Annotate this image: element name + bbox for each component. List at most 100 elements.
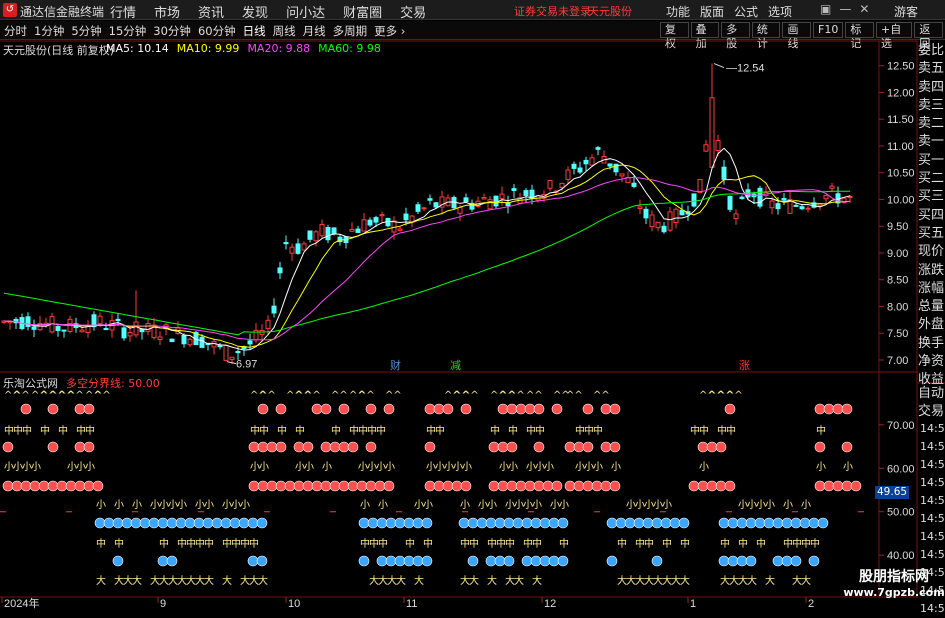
kline-chart[interactable]: 12.50 12.00 11.50 11.00 10.50 10.00 9.50 9.00 8.… bbox=[0, 0, 945, 609]
candle-body bbox=[499, 193, 505, 200]
signal-glyph: 中 bbox=[593, 424, 603, 437]
side-panel-item[interactable]: 卖五 bbox=[918, 60, 945, 78]
side-panel-item[interactable]: 净资 bbox=[918, 353, 945, 371]
signal-ball bbox=[257, 441, 269, 453]
signal-ball bbox=[374, 480, 386, 492]
signal-ball bbox=[488, 441, 500, 453]
side-panel-item[interactable]: 买二 bbox=[918, 170, 945, 188]
signal-ball bbox=[385, 517, 397, 529]
watermark: 股朋指标网 www.7gpzb.com bbox=[843, 566, 945, 599]
signal-glyph: 中 bbox=[85, 424, 95, 437]
signal-ball bbox=[494, 517, 506, 529]
signal-ball bbox=[320, 403, 332, 415]
signal-glyph: 中 bbox=[435, 424, 445, 437]
side-panel-item[interactable]: 卖一 bbox=[918, 133, 945, 151]
candle-body bbox=[145, 323, 151, 332]
signal-glyph: 中 bbox=[532, 537, 542, 550]
signal-ball bbox=[211, 517, 223, 529]
signal-glyph: 小 bbox=[508, 461, 518, 473]
signal-ball bbox=[506, 403, 518, 415]
candle-body bbox=[589, 157, 595, 166]
signal-ball bbox=[841, 480, 853, 492]
signal-ball bbox=[256, 517, 268, 529]
auto-trade-item[interactable]: 自动 bbox=[918, 385, 945, 403]
signal-ball bbox=[193, 517, 205, 529]
signal-ball bbox=[542, 480, 554, 492]
candle-body bbox=[847, 196, 853, 199]
signal-ball bbox=[275, 403, 287, 415]
watermark-url: www.7gpzb.com bbox=[843, 586, 945, 599]
candle-body bbox=[199, 336, 205, 348]
signal-ball bbox=[582, 480, 594, 492]
side-panel-item[interactable]: 买四 bbox=[918, 207, 945, 225]
side-panel-item[interactable]: 买一 bbox=[918, 152, 945, 170]
signal-ball bbox=[781, 555, 793, 567]
price-tick-label: 7.00 bbox=[887, 355, 908, 367]
side-panel-item[interactable]: 卖二 bbox=[918, 115, 945, 133]
signal-glyph: ^^ bbox=[94, 390, 111, 401]
candle-body bbox=[577, 167, 583, 173]
auto-trade-item[interactable]: 交易 bbox=[918, 403, 945, 421]
signal-ball bbox=[365, 441, 377, 453]
side-panel-item[interactable]: 外盘 bbox=[918, 316, 945, 334]
chart-title: 天元股份(日线 前复权) bbox=[3, 44, 115, 57]
event-marker: 减 bbox=[450, 359, 461, 372]
side-panel-item[interactable]: 买三 bbox=[918, 188, 945, 206]
candle-body bbox=[187, 338, 193, 346]
candle-body bbox=[607, 163, 613, 167]
side-panel-item[interactable]: 涨跌 bbox=[918, 262, 945, 280]
candle-body bbox=[121, 327, 127, 339]
candle-body bbox=[379, 214, 385, 217]
signal-glyph: 小 bbox=[240, 499, 250, 511]
side-panel-item[interactable]: 卖四 bbox=[918, 79, 945, 97]
signal-ball bbox=[451, 480, 463, 492]
signal-glyph: ^^ bbox=[566, 390, 583, 401]
side-panel-item[interactable]: 卖三 bbox=[918, 97, 945, 115]
side-panel-item[interactable]: 现价 bbox=[918, 243, 945, 261]
signal-ball bbox=[763, 517, 775, 529]
signal-ball bbox=[47, 441, 59, 453]
signal-glyph: 大 bbox=[132, 574, 142, 587]
signal-ball bbox=[338, 480, 350, 492]
indicator-tick-label: 60.00 bbox=[887, 463, 915, 475]
signal-glyph: 小 bbox=[204, 499, 214, 511]
side-panel-item[interactable]: 买五 bbox=[918, 225, 945, 243]
candle-body bbox=[247, 340, 253, 345]
ma10-line bbox=[3, 164, 851, 348]
signal-ball bbox=[83, 441, 95, 453]
candle-body bbox=[277, 267, 283, 274]
signal-ball bbox=[338, 403, 350, 415]
candle-body bbox=[367, 219, 373, 226]
signal-ball bbox=[841, 441, 853, 453]
signal-ball bbox=[745, 555, 757, 567]
signal-ball bbox=[275, 480, 287, 492]
signal-glyph: 中 bbox=[114, 537, 124, 550]
signal-ball bbox=[365, 480, 377, 492]
signal-glyph: 小 bbox=[765, 499, 775, 511]
signal-glyph: 小 bbox=[132, 499, 142, 511]
signal-glyph: 中 bbox=[376, 424, 386, 437]
signal-ball bbox=[302, 441, 314, 453]
signal-ball bbox=[175, 517, 187, 529]
side-panel-item[interactable]: 涨幅 bbox=[918, 280, 945, 298]
signal-glyph: ^^ bbox=[385, 390, 402, 401]
signal-ball bbox=[799, 517, 811, 529]
side-panel-item[interactable]: 总量 bbox=[918, 298, 945, 316]
side-panel-item[interactable]: 换手 bbox=[918, 335, 945, 353]
signal-ball bbox=[421, 555, 433, 567]
signal-ball bbox=[832, 403, 844, 415]
signal-ball bbox=[266, 480, 278, 492]
signal-glyph: 大 bbox=[222, 574, 232, 587]
signal-ball bbox=[624, 517, 636, 529]
signal-ball bbox=[20, 480, 32, 492]
signal-glyph: 中 bbox=[96, 537, 106, 550]
price-tick-label: 10.50 bbox=[887, 168, 915, 180]
candle-body bbox=[823, 194, 829, 200]
side-panel-item[interactable]: 委比 bbox=[918, 42, 945, 60]
signal-ball bbox=[247, 517, 259, 529]
signal-ball bbox=[329, 480, 341, 492]
tick-time: 14:55 bbox=[920, 440, 945, 453]
signal-glyph: 小 bbox=[611, 461, 621, 473]
candle-body bbox=[673, 208, 679, 224]
candle-body bbox=[229, 356, 235, 360]
